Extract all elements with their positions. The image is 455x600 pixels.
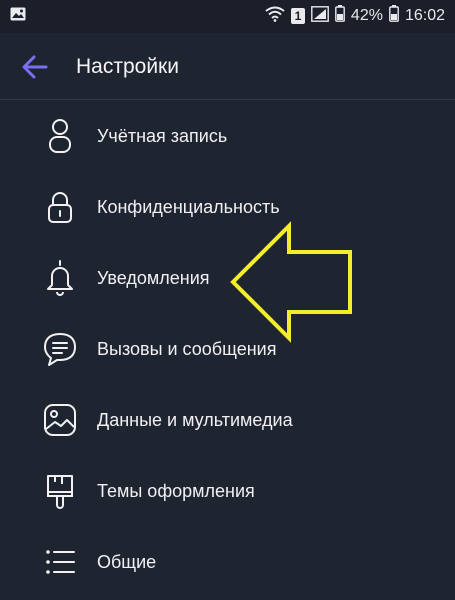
arrow-left-icon: [22, 55, 48, 79]
settings-item-data-media[interactable]: Данные и мультимедиа: [0, 384, 455, 455]
gallery-notification-icon: [10, 7, 26, 26]
lock-icon: [48, 192, 72, 223]
settings-list: Учётная запись Конфиденциальность Уведом…: [0, 100, 455, 597]
person-icon: [49, 119, 71, 153]
signal-icon: [311, 5, 329, 27]
page-title: Настройки: [76, 55, 179, 78]
settings-item-calls-messages[interactable]: Вызовы и сообщения: [0, 313, 455, 384]
chat-icon: [44, 333, 76, 366]
battery-percent: 42%: [350, 7, 383, 24]
settings-item-label: Общие: [97, 552, 157, 572]
image-icon: [44, 404, 76, 436]
settings-item-label: Уведомления: [97, 268, 210, 288]
settings-item-label: Вызовы и сообщения: [97, 339, 277, 359]
settings-item-label: Конфиденциальность: [97, 197, 280, 217]
status-time: 16:02: [404, 7, 445, 24]
app-bar: Настройки: [0, 33, 455, 100]
settings-item-account[interactable]: Учётная запись: [0, 100, 455, 171]
battery-level-icon: [389, 5, 399, 27]
battery-icon: [335, 5, 345, 27]
settings-item-label: Темы оформления: [97, 481, 255, 501]
sim-card-icon: 1: [290, 8, 305, 24]
status-bar: 1 42% 16:02: [0, 0, 455, 33]
wifi-icon: [265, 6, 285, 27]
settings-item-themes[interactable]: Темы оформления: [0, 455, 455, 526]
settings-item-label: Учётная запись: [97, 126, 228, 146]
settings-item-label: Данные и мультимедиа: [97, 410, 293, 430]
bell-icon: [47, 260, 73, 296]
settings-item-general[interactable]: Общие: [0, 526, 455, 597]
brush-icon: [47, 475, 73, 509]
list-icon: [46, 550, 75, 574]
back-button[interactable]: [20, 53, 50, 81]
settings-item-privacy[interactable]: Конфиденциальность: [0, 171, 455, 242]
sim-badge: 1: [294, 9, 302, 23]
settings-item-notifications[interactable]: Уведомления: [0, 242, 455, 313]
